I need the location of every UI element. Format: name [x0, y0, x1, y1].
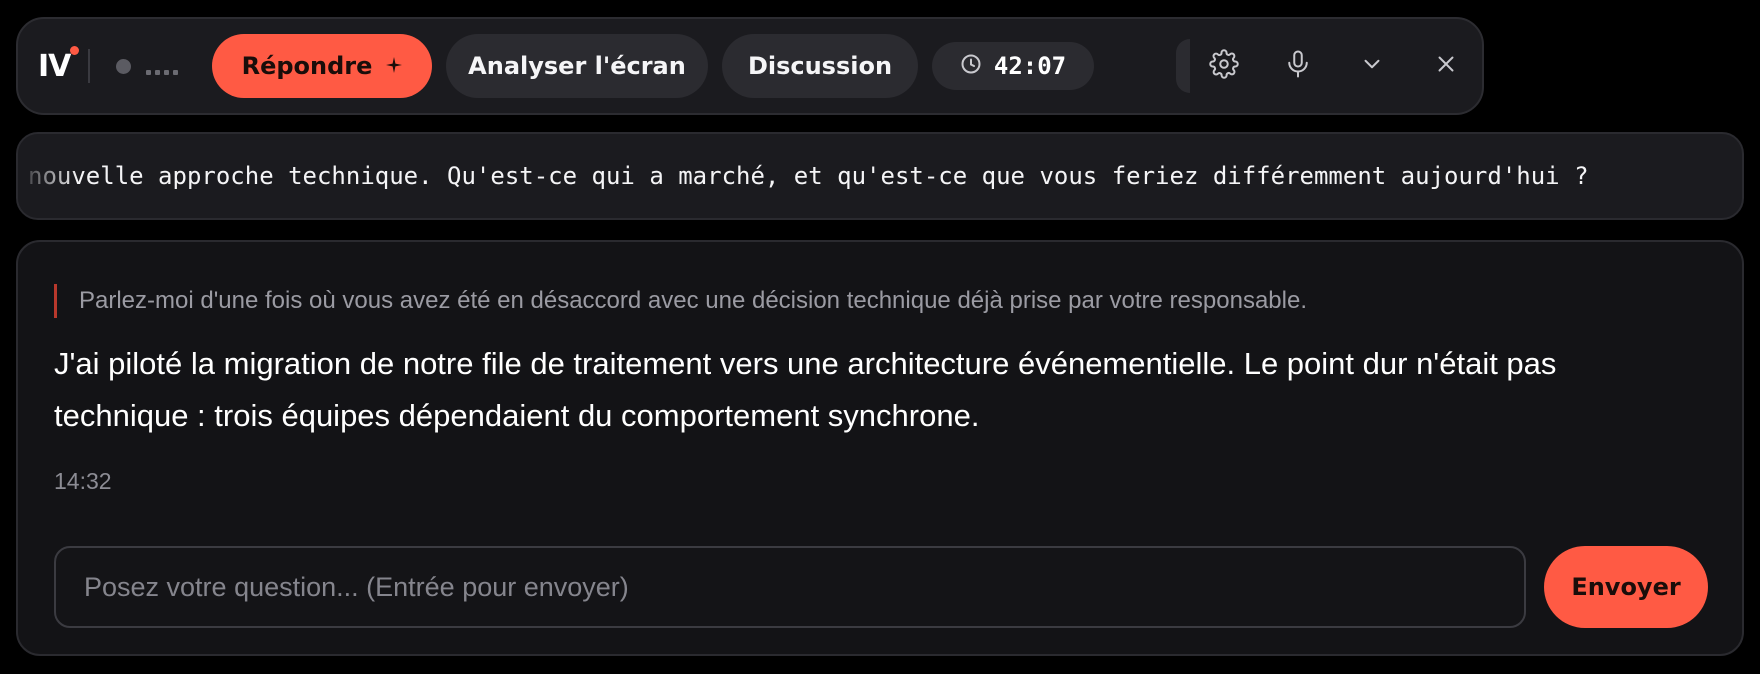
- session-timer: 42:07: [932, 42, 1094, 90]
- analyze-screen-label: Analyser l'écran: [468, 52, 686, 80]
- message-timestamp: 14:32: [54, 468, 112, 494]
- send-button[interactable]: Envoyer: [1544, 546, 1708, 628]
- timer-value: 42:07: [993, 52, 1067, 80]
- respond-button[interactable]: Répondre: [212, 34, 432, 98]
- conversation-card: Parlez-moi d'une fois où vous avez été e…: [16, 240, 1744, 656]
- question-input[interactable]: [56, 548, 1524, 626]
- top-toolbar: IV Répondre Analyser l'écran Discussion …: [16, 17, 1484, 115]
- respond-button-label: Répondre: [241, 52, 373, 80]
- sparkle-icon: [386, 54, 403, 78]
- clock-icon: [960, 53, 982, 80]
- close-icon: [1433, 51, 1459, 82]
- collapse-button[interactable]: [1348, 42, 1396, 90]
- settings-button[interactable]: [1200, 42, 1248, 90]
- microphone-button[interactable]: [1274, 42, 1322, 90]
- connection-status: [116, 58, 212, 75]
- toolbar-divider: [88, 49, 90, 83]
- live-transcript: nouvelle approche technique. Qu'est-ce q…: [16, 132, 1744, 220]
- transcript-text: nouvelle approche technique. Qu'est-ce q…: [28, 162, 1589, 190]
- status-dot: [116, 58, 131, 74]
- transcript-fade: [18, 134, 78, 218]
- chevron-down-icon: [1359, 51, 1385, 82]
- recording-dot: [70, 45, 79, 55]
- toolbar-scroll-edge: [1176, 39, 1190, 93]
- discussion-label: Discussion: [747, 52, 893, 80]
- analyze-screen-button[interactable]: Analyser l'écran: [446, 34, 708, 98]
- close-button[interactable]: [1422, 42, 1470, 90]
- gear-icon: [1209, 48, 1239, 84]
- interviewer-question: Parlez-moi d'une fois où vous avez été e…: [54, 284, 1307, 318]
- microphone-icon: [1283, 49, 1313, 84]
- audio-level-indicator: [146, 69, 178, 75]
- suggested-answer: J'ai piloté la migration de notre file d…: [54, 346, 1557, 433]
- logo-text: IV: [38, 48, 71, 84]
- discussion-button[interactable]: Discussion: [722, 34, 918, 98]
- send-button-label: Envoyer: [1571, 573, 1681, 601]
- app-logo: IV: [38, 45, 79, 84]
- question-input-wrapper: [54, 546, 1526, 628]
